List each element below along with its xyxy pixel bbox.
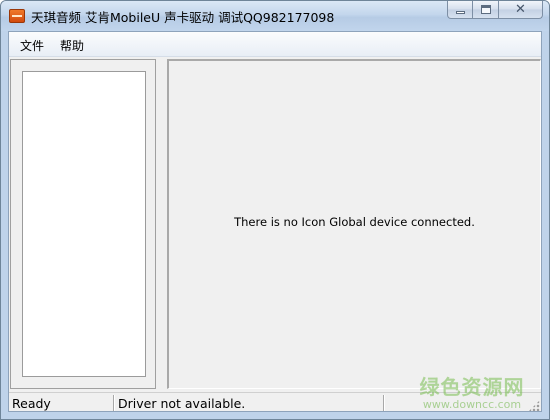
close-button[interactable]: ✕ [499,1,543,19]
device-panel [10,59,156,389]
resize-grip-icon[interactable] [528,400,540,411]
app-window: 天琪音频 艾肯MobileU 声卡驱动 调试QQ982177098 ✕ 文件 帮… [0,0,550,420]
status-bar: Ready Driver not available. [9,392,541,411]
title-bar[interactable]: 天琪音频 艾肯MobileU 声卡驱动 调试QQ982177098 ✕ [1,1,549,31]
maximize-icon [481,5,491,14]
status-ready: Ready [12,396,51,411]
window-title: 天琪音频 艾肯MobileU 声卡驱动 调试QQ982177098 [31,10,335,25]
minimize-button[interactable] [447,1,473,19]
status-divider [383,395,384,411]
app-icon[interactable] [9,9,25,23]
menu-help[interactable]: 帮助 [58,37,86,54]
pane-splitter[interactable] [158,59,167,389]
menu-file[interactable]: 文件 [18,37,46,54]
status-driver: Driver not available. [118,396,246,411]
menu-bar: 文件 帮助 [9,32,541,57]
caption-buttons: ✕ [447,1,543,20]
minimize-icon [456,11,465,14]
device-list[interactable] [22,71,146,377]
client-area: 文件 帮助 There is no Icon Global device con… [8,31,542,412]
maximize-button[interactable] [473,1,499,19]
no-device-message: There is no Icon Global device connected… [234,215,475,229]
device-detail-panel: There is no Icon Global device connected… [167,59,541,389]
close-icon: ✕ [515,2,526,17]
app-icon-stripe [12,15,22,17]
status-divider [113,395,114,411]
